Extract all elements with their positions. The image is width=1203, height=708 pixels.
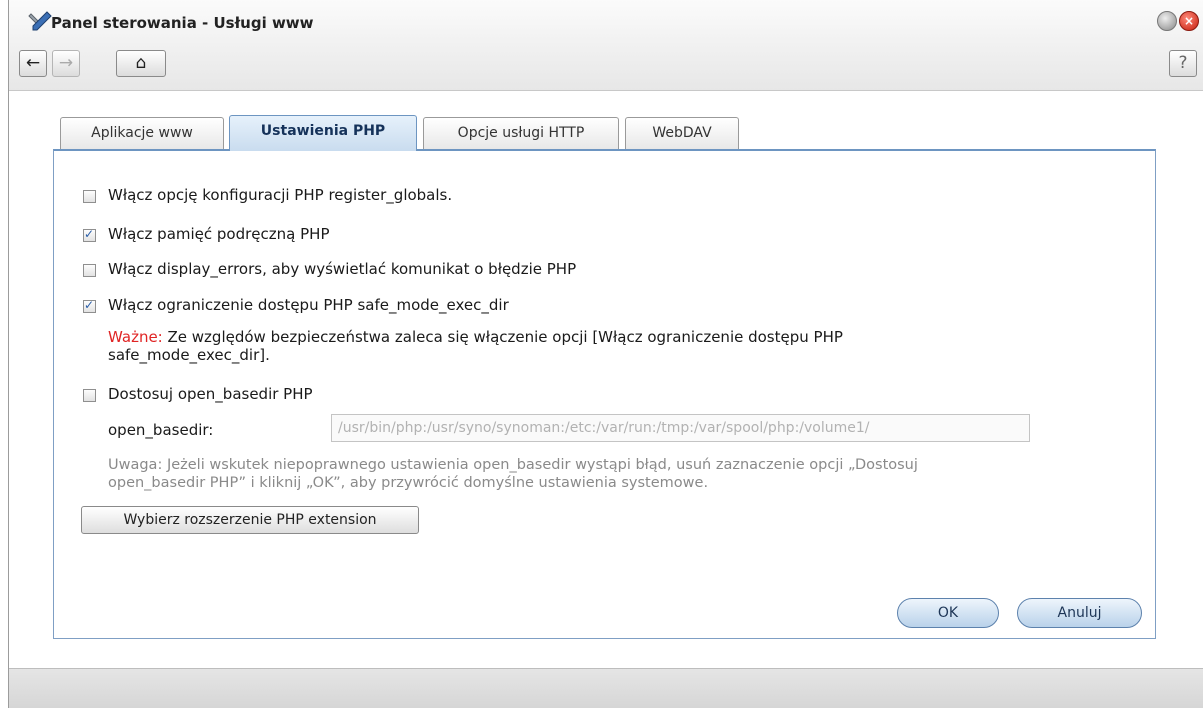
cancel-button[interactable]: Anuluj [1017, 598, 1142, 628]
register-globals-label: Włącz opcję konfiguracji PHP register_gl… [108, 186, 453, 204]
important-text-line1: Ze względów bezpieczeństwa zaleca się wł… [162, 328, 843, 346]
open-basedir-label: open_basedir: [108, 421, 214, 439]
back-button[interactable]: ← [19, 50, 47, 77]
home-icon: ⌂ [135, 53, 147, 73]
status-bar [9, 668, 1203, 708]
home-button[interactable]: ⌂ [116, 50, 166, 77]
close-icon[interactable]: × [1179, 11, 1199, 31]
display-errors-label: Włącz display_errors, aby wyświetlać kom… [108, 260, 577, 278]
open-basedir-note-line1: Uwaga: Jeżeli wskutek niepoprawnego usta… [108, 457, 918, 473]
display-errors-checkbox[interactable] [83, 264, 96, 277]
forward-button[interactable]: → [52, 50, 80, 77]
ok-button[interactable]: OK [897, 598, 999, 628]
php-cache-checkbox[interactable] [83, 227, 96, 242]
minimize-icon[interactable] [1157, 11, 1177, 31]
important-note: Ważne: Ze względów bezpieczeństwa zaleca… [108, 328, 843, 364]
tab-web-applications[interactable]: Aplikacje www [60, 117, 224, 149]
arrow-left-icon: ← [25, 53, 41, 73]
help-icon: ? [1178, 53, 1188, 73]
tab-php-settings[interactable]: Ustawienia PHP [229, 115, 417, 151]
open-basedir-note-line2: open_basedir PHP” i kliknij „OK”, aby pr… [108, 475, 709, 491]
tab-webdav[interactable]: WebDAV [625, 117, 739, 149]
important-text-line2: safe_mode_exec_dir]. [108, 346, 270, 364]
arrow-right-icon: → [58, 53, 74, 73]
open-basedir-input[interactable]: /usr/bin/php:/usr/syno/synoman:/etc:/var… [331, 414, 1030, 442]
select-php-extension-button[interactable]: Wybierz rozszerzenie PHP extension [81, 506, 419, 534]
window-title: Panel sterowania - Usługi www [51, 14, 314, 32]
safe-mode-exec-dir-checkbox[interactable] [83, 298, 96, 313]
register-globals-checkbox[interactable] [83, 190, 96, 203]
important-prefix: Ważne: [108, 328, 163, 346]
custom-open-basedir-checkbox[interactable] [83, 389, 96, 402]
safe-mode-exec-dir-label: Włącz ograniczenie dostępu PHP safe_mode… [108, 296, 509, 314]
php-cache-label: Włącz pamięć podręczną PHP [108, 225, 330, 243]
custom-open-basedir-label: Dostosuj open_basedir PHP [108, 385, 313, 403]
help-button[interactable]: ? [1169, 50, 1197, 77]
open-basedir-note: Uwaga: Jeżeli wskutek niepoprawnego usta… [108, 456, 918, 492]
title-bar: Panel sterowania - Usługi www × ← → ⌂ ? [9, 0, 1203, 91]
tab-http-options[interactable]: Opcje usługi HTTP [423, 117, 619, 149]
